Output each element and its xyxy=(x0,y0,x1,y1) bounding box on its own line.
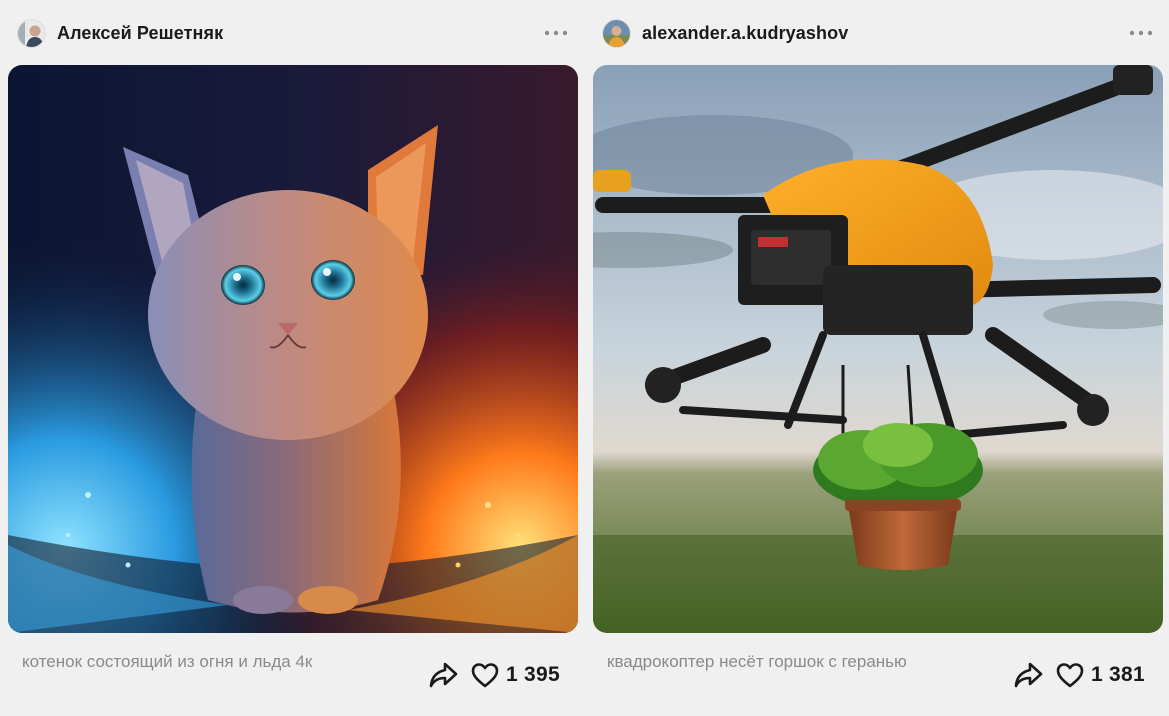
heart-outline-icon xyxy=(470,660,500,690)
post-caption: квадрокоптер несёт горшок с геранью xyxy=(607,652,907,671)
like-count: 1 381 xyxy=(1090,663,1145,686)
post-card: Алексей Решетняк котенок состоящий из ог… xyxy=(8,0,578,716)
author-name[interactable]: Алексей Решетняк xyxy=(57,23,536,44)
like-button[interactable]: 1 395 xyxy=(470,660,560,690)
author-name[interactable]: alexander.a.kudryashov xyxy=(642,23,1121,44)
kitten-fire-ice-image xyxy=(8,65,578,633)
share-button[interactable] xyxy=(426,658,460,692)
share-arrow-icon xyxy=(1014,662,1043,688)
like-button[interactable]: 1 381 xyxy=(1055,660,1145,690)
post-actions: 1 381 xyxy=(1011,655,1145,695)
heart-outline-icon xyxy=(1055,660,1085,690)
more-options-button[interactable] xyxy=(1121,18,1161,48)
post-image[interactable] xyxy=(593,65,1163,633)
post-image[interactable] xyxy=(8,65,578,633)
more-dots-icon xyxy=(544,30,568,36)
author-avatar[interactable] xyxy=(603,19,630,47)
more-options-button[interactable] xyxy=(536,18,576,48)
post-actions: 1 395 xyxy=(426,655,560,695)
share-arrow-icon xyxy=(429,662,458,688)
drone-plant-image xyxy=(593,65,1163,633)
post-header: Алексей Решетняк xyxy=(18,14,568,52)
like-count: 1 395 xyxy=(505,663,560,686)
more-dots-icon xyxy=(1129,30,1153,36)
post-caption: котенок состоящий из огня и льда 4к xyxy=(22,652,313,671)
post-card: alexander.a.kudryashov квадрокоптер несё… xyxy=(593,0,1163,716)
share-button[interactable] xyxy=(1011,658,1045,692)
author-avatar[interactable] xyxy=(18,19,45,47)
user-avatar-icon xyxy=(603,19,630,47)
user-avatar-icon xyxy=(18,19,45,47)
post-header: alexander.a.kudryashov xyxy=(603,14,1153,52)
